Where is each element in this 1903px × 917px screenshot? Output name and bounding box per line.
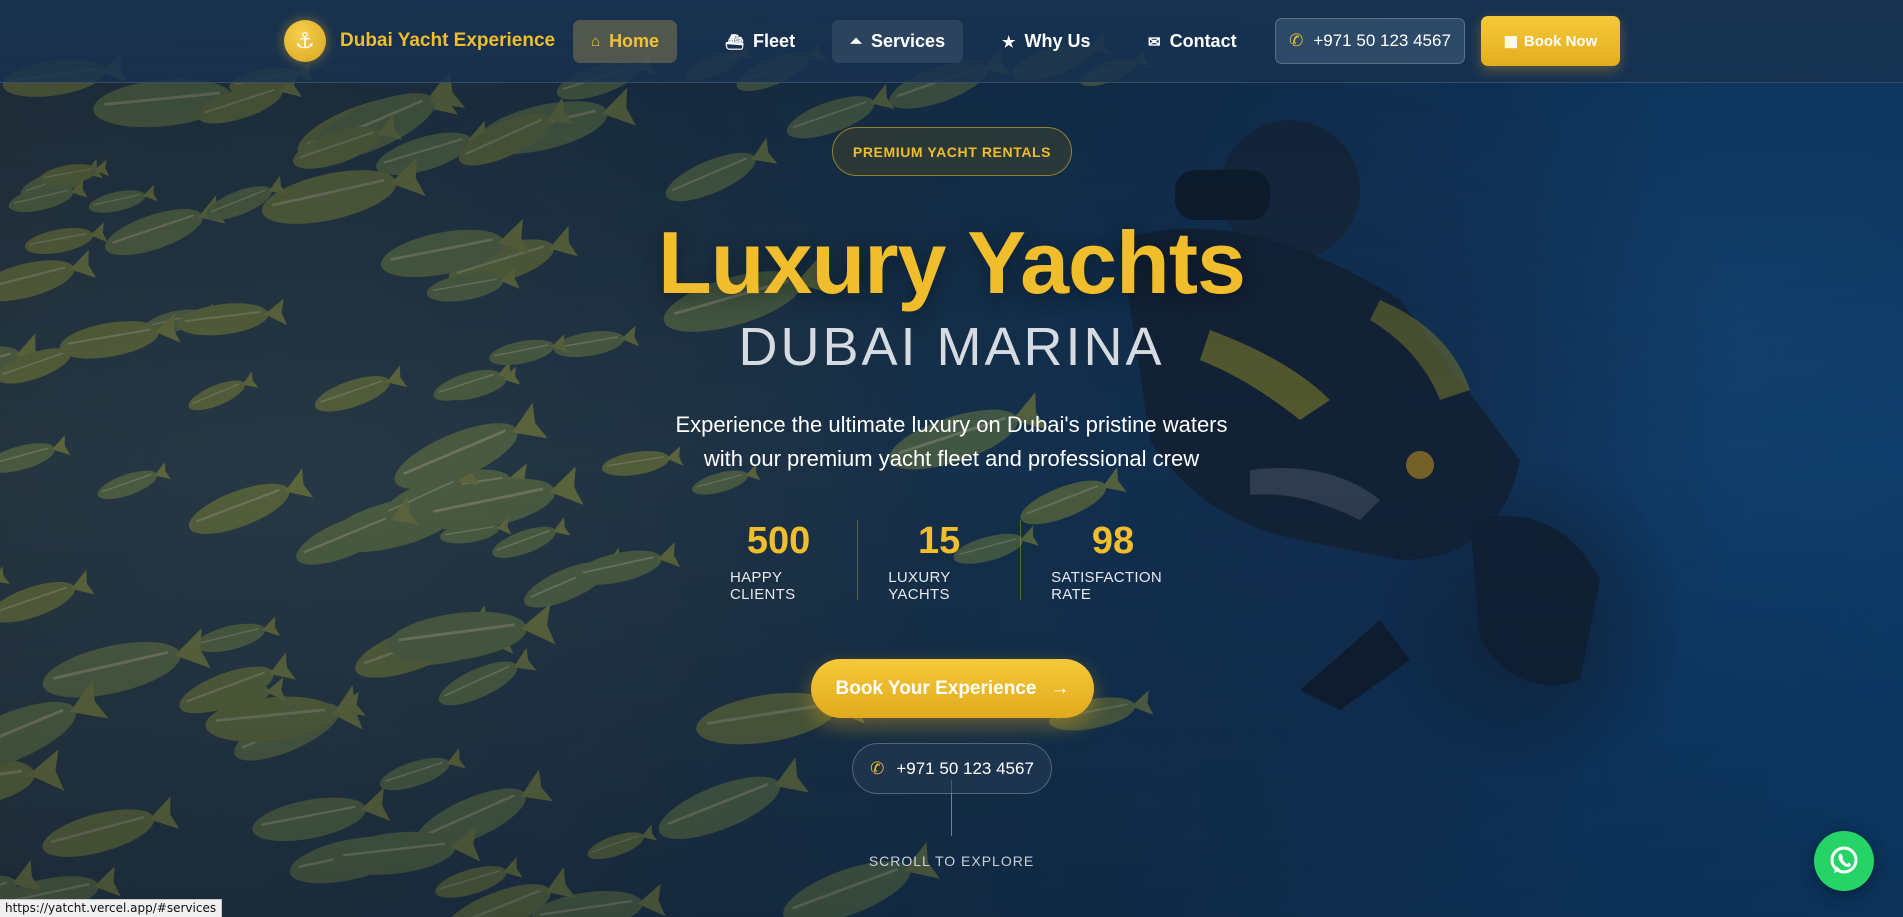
hero-description-line: with our premium yacht fleet and profess… — [703, 446, 1200, 471]
ship-icon: ⛴ — [725, 33, 745, 51]
book-now-label: Book Now — [1523, 32, 1598, 50]
hero-phone-button[interactable]: ✆ +971 50 123 4567 — [852, 743, 1052, 794]
book-experience-label: Book Your Experience — [835, 677, 1037, 699]
stat-happy-clients: 500 HAPPY CLIENTS — [700, 520, 857, 603]
concierge-bell-icon: ⏶ — [850, 33, 863, 50]
book-now-button[interactable]: ▦ Book Now — [1481, 16, 1620, 66]
scroll-to-explore[interactable]: SCROLL TO EXPLORE — [0, 853, 1903, 869]
nav-item-contact[interactable]: ✉ Contact — [1130, 20, 1255, 63]
browser-status-url: https://yatcht.vercel.app/#services — [0, 899, 223, 917]
calendar-icon: ▦ — [1503, 33, 1518, 50]
nav-item-label: Services — [871, 31, 946, 51]
arrow-right-icon: → — [1050, 677, 1070, 699]
hero-phone-number: +971 50 123 4567 — [896, 758, 1034, 778]
stat-satisfaction-rate: 98 SATISFACTION RATE — [1020, 520, 1205, 603]
hero-badge: PREMIUM YACHT RENTALS — [832, 127, 1072, 176]
whatsapp-button[interactable] — [1814, 831, 1874, 891]
hero-subtitle: DUBAI MARINA — [738, 317, 1165, 377]
stat-label: SATISFACTION RATE — [1051, 569, 1162, 603]
phone-icon: ✆ — [1289, 31, 1304, 50]
stat-luxury-yachts: 15 LUXURY YACHTS — [857, 520, 1020, 603]
nav-item-why-us[interactable]: ★ Why Us — [984, 20, 1108, 63]
hero-title: Luxury Yachts — [658, 213, 1246, 312]
stat-value: 500 — [746, 520, 811, 562]
hero-stats: 500 HAPPY CLIENTS 15 LUXURY YACHTS 98 SA… — [700, 520, 1205, 603]
brand-logo-link[interactable]: ⚓ Dubai Yacht Experience — [284, 20, 555, 62]
hero-description-line: Experience the ultimate luxury on Dubai'… — [675, 412, 1228, 437]
star-icon: ★ — [1002, 33, 1016, 51]
brand-name: Dubai Yacht Experience — [340, 30, 556, 51]
stat-value: 98 — [1091, 520, 1135, 562]
book-experience-button[interactable]: Book Your Experience → — [811, 659, 1094, 718]
envelope-icon: ✉ — [1148, 33, 1161, 51]
home-icon: ⌂ — [591, 33, 601, 50]
anchor-icon: ⚓ — [284, 20, 326, 62]
stat-label: HAPPY CLIENTS — [730, 569, 796, 603]
stat-label: LUXURY YACHTS — [888, 569, 951, 603]
stat-value: 15 — [918, 520, 961, 562]
hero-description: Experience the ultimate luxury on Dubai'… — [0, 408, 1903, 476]
top-navbar: ⚓ Dubai Yacht Experience ⌂ Home ⛴ Fleet … — [0, 0, 1903, 83]
nav-item-fleet[interactable]: ⛴ Fleet — [707, 20, 813, 63]
nav-phone-number: +971 50 123 4567 — [1313, 31, 1451, 50]
nav-item-label: Contact — [1169, 31, 1237, 51]
phone-icon: ✆ — [870, 758, 885, 778]
nav-phone-button[interactable]: ✆ +971 50 123 4567 — [1275, 18, 1465, 64]
whatsapp-icon — [1830, 846, 1858, 874]
nav-item-label: Home — [609, 31, 660, 51]
nav-item-home[interactable]: ⌂ Home — [573, 20, 678, 63]
nav-item-label: Why Us — [1024, 31, 1091, 51]
nav-item-services[interactable]: ⏶ Services — [832, 20, 964, 63]
nav-item-label: Fleet — [753, 31, 796, 51]
